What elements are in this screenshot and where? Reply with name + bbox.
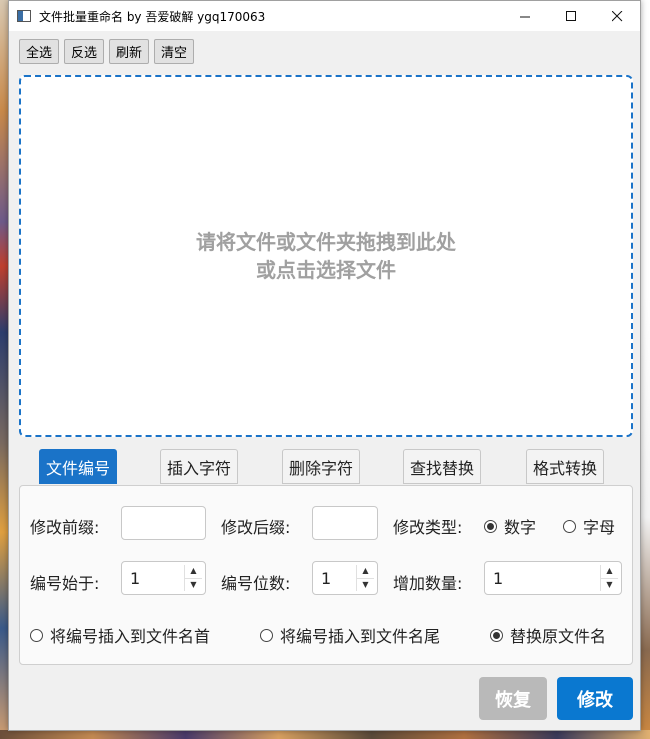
- close-button[interactable]: [594, 1, 640, 31]
- start-spinbox[interactable]: 1 ▲ ▼: [121, 561, 206, 595]
- type-label: 修改类型:: [393, 518, 463, 537]
- prefix-label: 修改前缀:: [30, 518, 100, 537]
- drop-hint-line2: 或点击选择文件: [256, 258, 396, 282]
- radio-checked-icon: [484, 519, 497, 533]
- position-tail-label: 将编号插入到文件名尾: [280, 627, 441, 646]
- tab-insert-chars[interactable]: 插入字符: [160, 449, 239, 484]
- type-digit-label: 数字: [504, 518, 537, 537]
- increment-spinbox[interactable]: 1 ▲ ▼: [484, 561, 622, 595]
- function-tabs: 文件编号 插入字符 删除字符 查找替换 格式转换: [39, 449, 619, 485]
- type-digit-radio[interactable]: 数字: [484, 514, 536, 538]
- desktop-background-bottom: [0, 730, 650, 739]
- radio-unchecked-icon: [30, 628, 43, 642]
- digits-spinbox[interactable]: 1 ▲ ▼: [312, 561, 378, 595]
- suffix-input[interactable]: [312, 506, 378, 540]
- increment-label: 增加数量:: [393, 574, 463, 593]
- increment-value: 1: [493, 568, 504, 588]
- spin-down-icon[interactable]: ▼: [185, 579, 202, 592]
- position-head-label: 将编号插入到文件名首: [50, 627, 211, 646]
- spin-down-icon[interactable]: ▼: [601, 579, 618, 592]
- radio-unchecked-icon: [260, 628, 273, 642]
- digits-label: 编号位数:: [221, 574, 291, 593]
- tab-delete-chars[interactable]: 删除字符: [282, 449, 361, 484]
- position-replace-label: 替换原文件名: [510, 627, 607, 646]
- start-label: 编号始于:: [30, 574, 100, 593]
- start-value: 1: [130, 568, 141, 588]
- app-window: 文件批量重命名 by 吾爱破解 ygq170063 全选 反选 刷新 清空 请将…: [8, 0, 641, 731]
- toolbar: 全选 反选 刷新 清空: [19, 39, 195, 64]
- maximize-button[interactable]: [548, 1, 594, 31]
- position-replace-radio[interactable]: 替换原文件名: [490, 623, 606, 647]
- select-all-button[interactable]: 全选: [19, 39, 60, 64]
- file-drop-zone[interactable]: 请将文件或文件夹拖拽到此处 或点击选择文件: [19, 75, 633, 437]
- digits-spin-arrows[interactable]: ▲ ▼: [356, 565, 374, 591]
- radio-checked-icon: [490, 628, 503, 642]
- title-bar[interactable]: 文件批量重命名 by 吾爱破解 ygq170063: [9, 1, 640, 31]
- modify-button[interactable]: 修改: [557, 677, 633, 720]
- position-head-radio[interactable]: 将编号插入到文件名首: [30, 623, 210, 647]
- tab-format-convert[interactable]: 格式转换: [526, 449, 605, 484]
- type-letter-radio[interactable]: 字母: [563, 514, 615, 538]
- minimize-button[interactable]: [502, 1, 548, 31]
- suffix-label: 修改后缀:: [221, 518, 291, 537]
- increment-spin-arrows[interactable]: ▲ ▼: [600, 565, 618, 591]
- position-tail-radio[interactable]: 将编号插入到文件名尾: [260, 623, 440, 647]
- refresh-button[interactable]: 刷新: [109, 39, 150, 64]
- spin-up-icon[interactable]: ▲: [185, 565, 202, 579]
- app-icon: [17, 10, 31, 22]
- digits-value: 1: [321, 568, 332, 588]
- radio-unchecked-icon: [563, 519, 576, 533]
- close-icon: [611, 10, 622, 21]
- window-controls: [502, 1, 640, 31]
- spin-up-icon[interactable]: ▲: [357, 565, 374, 579]
- numbering-panel: 修改前缀: 修改后缀: 修改类型: 数字 字母 编号始于: 1 ▲ ▼ 编号位数…: [19, 485, 633, 665]
- invert-selection-button[interactable]: 反选: [64, 39, 105, 64]
- clear-button[interactable]: 清空: [154, 39, 195, 64]
- start-spin-arrows[interactable]: ▲ ▼: [184, 565, 202, 591]
- window-title: 文件批量重命名 by 吾爱破解 ygq170063: [39, 9, 266, 24]
- spin-down-icon[interactable]: ▼: [357, 579, 374, 592]
- type-letter-label: 字母: [583, 518, 616, 537]
- tab-find-replace[interactable]: 查找替换: [403, 449, 482, 484]
- restore-button[interactable]: 恢复: [479, 677, 547, 720]
- maximize-icon: [565, 10, 576, 21]
- prefix-input[interactable]: [121, 506, 206, 540]
- spin-up-icon[interactable]: ▲: [601, 565, 618, 579]
- tab-file-numbering[interactable]: 文件编号: [39, 449, 118, 484]
- drop-hint-line1: 请将文件或文件夹拖拽到此处: [196, 230, 456, 254]
- minimize-icon: [519, 16, 530, 17]
